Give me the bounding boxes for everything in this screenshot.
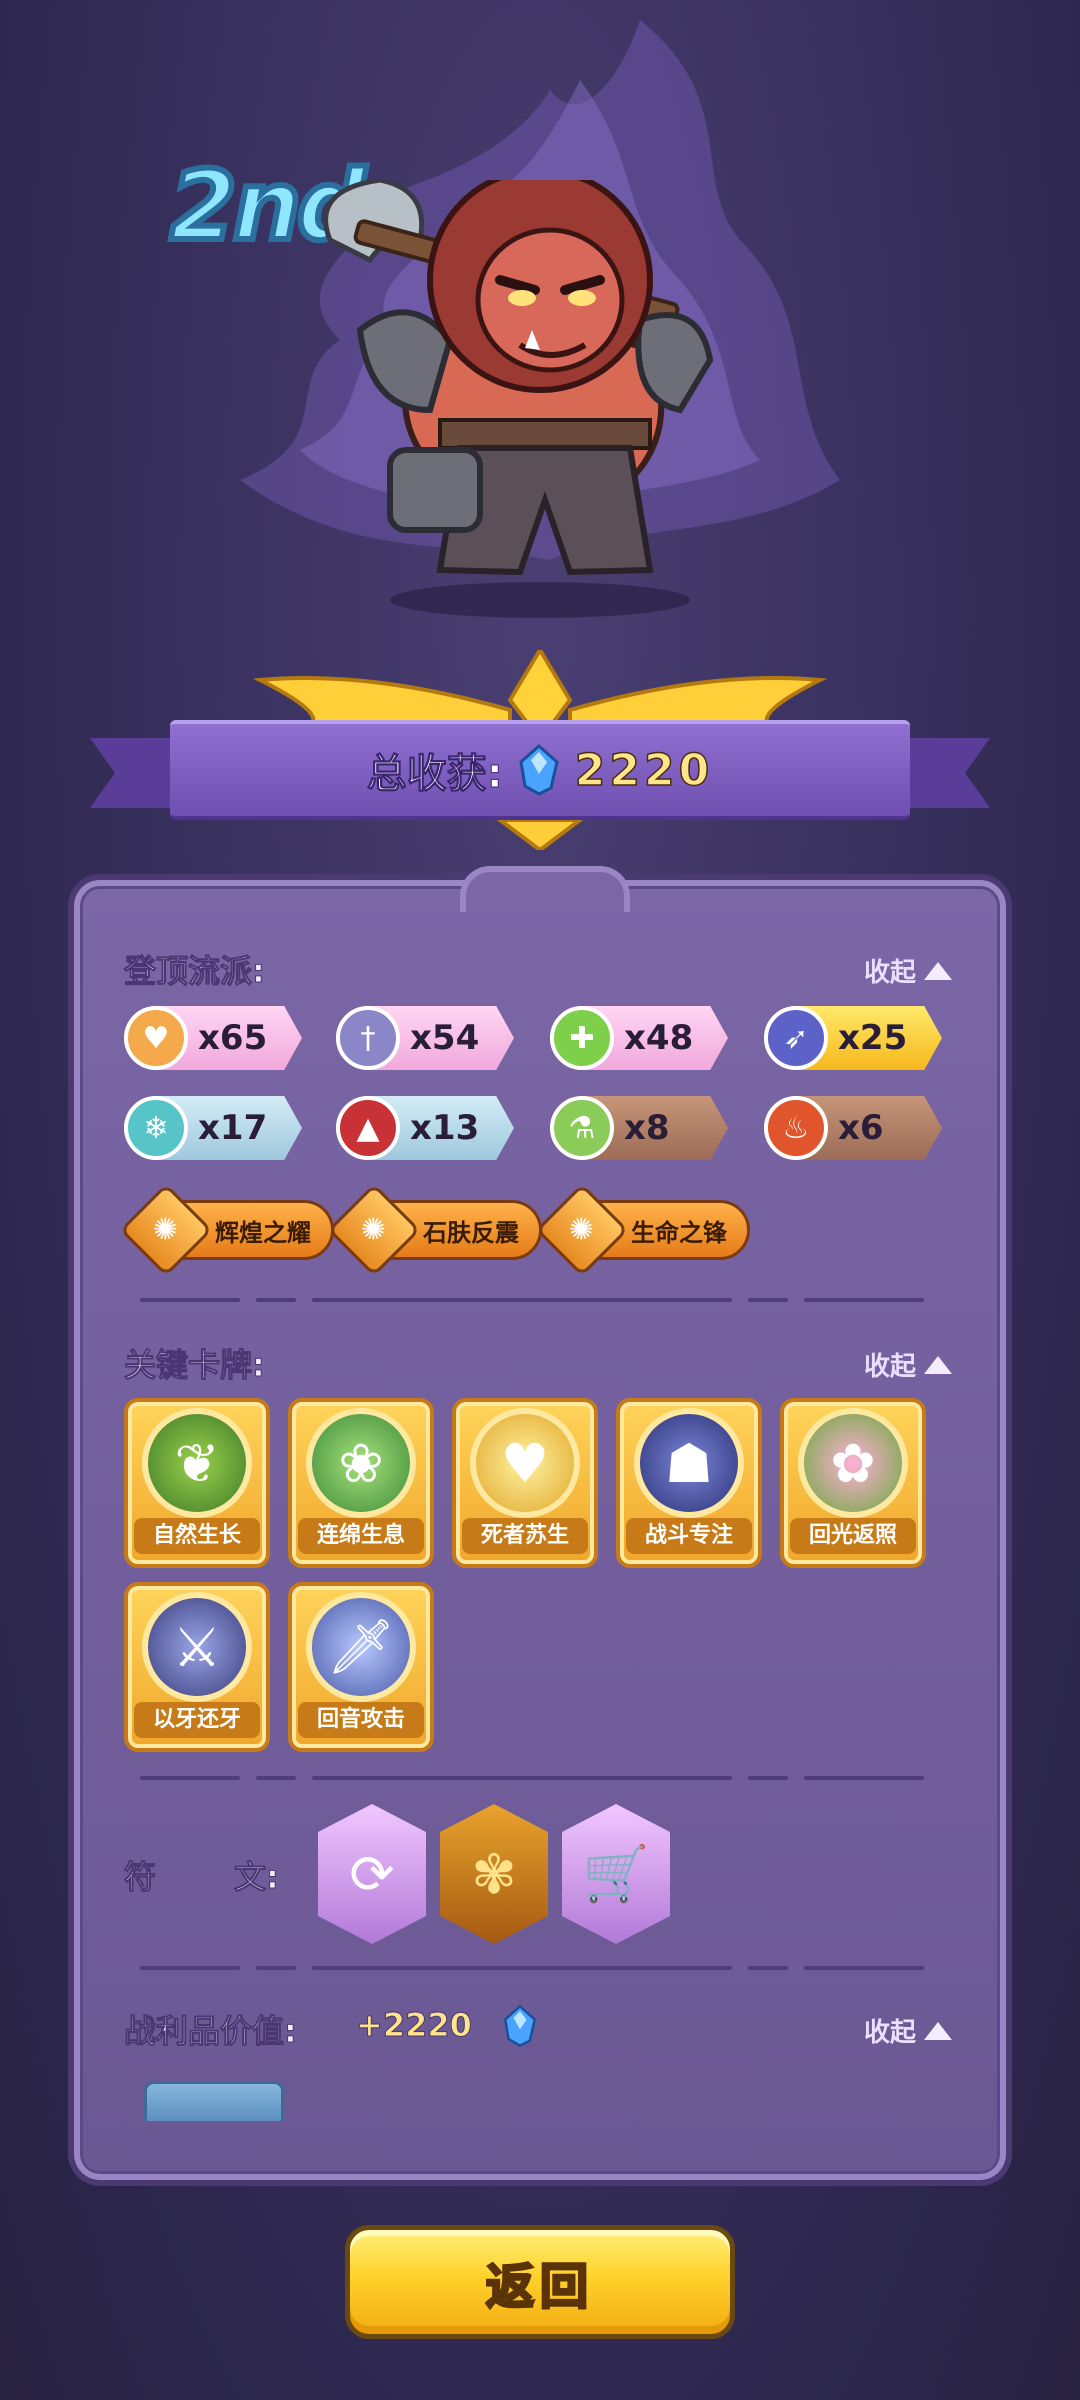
- focused-cat-icon: ☗: [634, 1408, 744, 1518]
- build-tag-thorns[interactable]: ▲ x13: [336, 1096, 514, 1160]
- total-rewards-banner: 总收获: 2220: [80, 650, 1000, 850]
- card-battle-focus[interactable]: ☗ 战斗专注: [616, 1398, 762, 1568]
- build-tag-plus[interactable]: ✚ x48: [550, 1006, 728, 1070]
- cards-section-title: 关键卡牌:: [124, 1346, 266, 1385]
- glowing-orbs-icon: ✿: [798, 1408, 908, 1518]
- card-resurrection[interactable]: ♥ 死者苏生: [452, 1398, 598, 1568]
- caret-up-icon: [924, 2021, 953, 2040]
- loot-collapse-label: 收起: [864, 2018, 917, 2048]
- blue-gem-icon: [503, 2004, 537, 2048]
- section-divider: [140, 1298, 960, 1302]
- hero-showcase: 2nd: [0, 0, 1080, 650]
- build-tag-count: x65: [198, 1018, 268, 1058]
- card-name: 战斗专注: [626, 1518, 752, 1554]
- build-tag-count: x8: [624, 1108, 670, 1148]
- build-section-title: 登顶流派:: [124, 952, 266, 991]
- build-tag-potion[interactable]: ⚗ x8: [550, 1096, 728, 1160]
- total-rewards-label: 总收获:: [366, 751, 503, 798]
- fire-sword-icon: 🗡: [306, 1592, 416, 1702]
- heart-icon: ♥: [124, 1006, 188, 1070]
- card-name: 死者苏生: [462, 1518, 588, 1554]
- card-name: 连绵生息: [298, 1518, 424, 1554]
- caret-up-icon: [924, 1355, 953, 1374]
- panel-cap-ornament: [460, 866, 630, 912]
- section-divider: [140, 1966, 960, 1970]
- swirl-icon: ✺: [327, 1183, 421, 1277]
- card-name: 回音攻击: [298, 1702, 424, 1738]
- back-button[interactable]: 返回: [345, 2225, 735, 2339]
- cart-rune-icon[interactable]: 🛒: [562, 1804, 670, 1944]
- card-name: 回光返照: [790, 1518, 916, 1554]
- rose-rune-icon[interactable]: ✾: [440, 1804, 548, 1944]
- runes-label-char1: 符: [123, 1858, 157, 1897]
- build-collapse-toggle[interactable]: 收起: [864, 952, 953, 989]
- card-eye-for-eye[interactable]: ⚔ 以牙还牙: [124, 1582, 270, 1752]
- build-tag-count: x13: [410, 1108, 480, 1148]
- loot-value: +2220: [356, 2006, 473, 2045]
- lotus-icon: ❀: [306, 1408, 416, 1518]
- build-tag-count: x17: [198, 1108, 268, 1148]
- build-tag-snowflake[interactable]: ❄ x17: [124, 1096, 302, 1160]
- thorns-icon: ▲: [336, 1096, 400, 1160]
- sword-icon: †: [336, 1006, 400, 1070]
- fire-icon: ♨: [764, 1096, 828, 1160]
- caret-up-icon: [924, 961, 953, 980]
- trait-name: 石肤反震: [423, 1218, 519, 1247]
- build-tag-count: x25: [838, 1018, 908, 1058]
- build-tag-sword[interactable]: † x54: [336, 1006, 514, 1070]
- loot-item-tile[interactable]: [144, 2081, 284, 2121]
- build-tag-fire[interactable]: ♨ x6: [764, 1096, 942, 1160]
- runes-label-char2: 文:: [234, 1858, 280, 1897]
- card-name: 以牙还牙: [134, 1702, 260, 1738]
- build-tag-heart[interactable]: ♥ x65: [124, 1006, 302, 1070]
- card-name: 自然生长: [134, 1518, 260, 1554]
- build-tag-count: x48: [624, 1018, 694, 1058]
- trait-stoneskin[interactable]: ✺ 石肤反震: [327, 1183, 542, 1277]
- build-tag-count: x6: [838, 1108, 884, 1148]
- boot-icon: ➶: [764, 1006, 828, 1070]
- loot-collapse-toggle[interactable]: 收起: [864, 2012, 953, 2049]
- total-rewards-ribbon: 总收获: 2220: [170, 720, 910, 820]
- card-last-glow[interactable]: ✿ 回光返照: [780, 1398, 926, 1568]
- snowflake-icon: ❄: [124, 1096, 188, 1160]
- lion-warrior-character: [323, 180, 714, 618]
- card-continuous-breath[interactable]: ❀ 连绵生息: [288, 1398, 434, 1568]
- vine-icon: ❦: [142, 1408, 252, 1518]
- plus-icon: ✚: [550, 1006, 614, 1070]
- card-natural-growth[interactable]: ❦ 自然生长: [124, 1398, 270, 1568]
- striking-cat-icon: ⚔: [142, 1592, 252, 1702]
- cards-collapse-toggle[interactable]: 收起: [864, 1346, 953, 1383]
- cards-collapse-label: 收起: [864, 1352, 917, 1382]
- blue-gem-icon: [519, 744, 559, 796]
- radiant-heart-icon: ♥: [470, 1408, 580, 1518]
- potion-icon: ⚗: [550, 1096, 614, 1160]
- swirl-icon: ✺: [119, 1183, 213, 1277]
- trait-name: 辉煌之耀: [215, 1218, 311, 1247]
- trait-name: 生命之锋: [631, 1218, 727, 1247]
- card-echo-attack[interactable]: 🗡 回音攻击: [288, 1582, 434, 1752]
- swirl-icon: ✺: [535, 1183, 629, 1277]
- build-tag-boot[interactable]: ➶ x25: [764, 1006, 942, 1070]
- trait-life-edge[interactable]: ✺ 生命之锋: [535, 1183, 750, 1277]
- build-tag-count: x54: [410, 1018, 480, 1058]
- trait-brilliance[interactable]: ✺ 辉煌之耀: [119, 1183, 334, 1277]
- loot-section-title: 战利品价值:: [124, 2012, 298, 2051]
- build-collapse-label: 收起: [864, 958, 917, 988]
- section-divider: [140, 1776, 960, 1780]
- refresh-rune-icon[interactable]: ⟳: [318, 1804, 426, 1944]
- summary-panel: 登顶流派: 收起 ♥ x65 † x54 ✚ x48 ➶ x25 ❄ x17 ▲…: [74, 866, 1006, 2180]
- total-rewards-value: 2220: [574, 744, 714, 797]
